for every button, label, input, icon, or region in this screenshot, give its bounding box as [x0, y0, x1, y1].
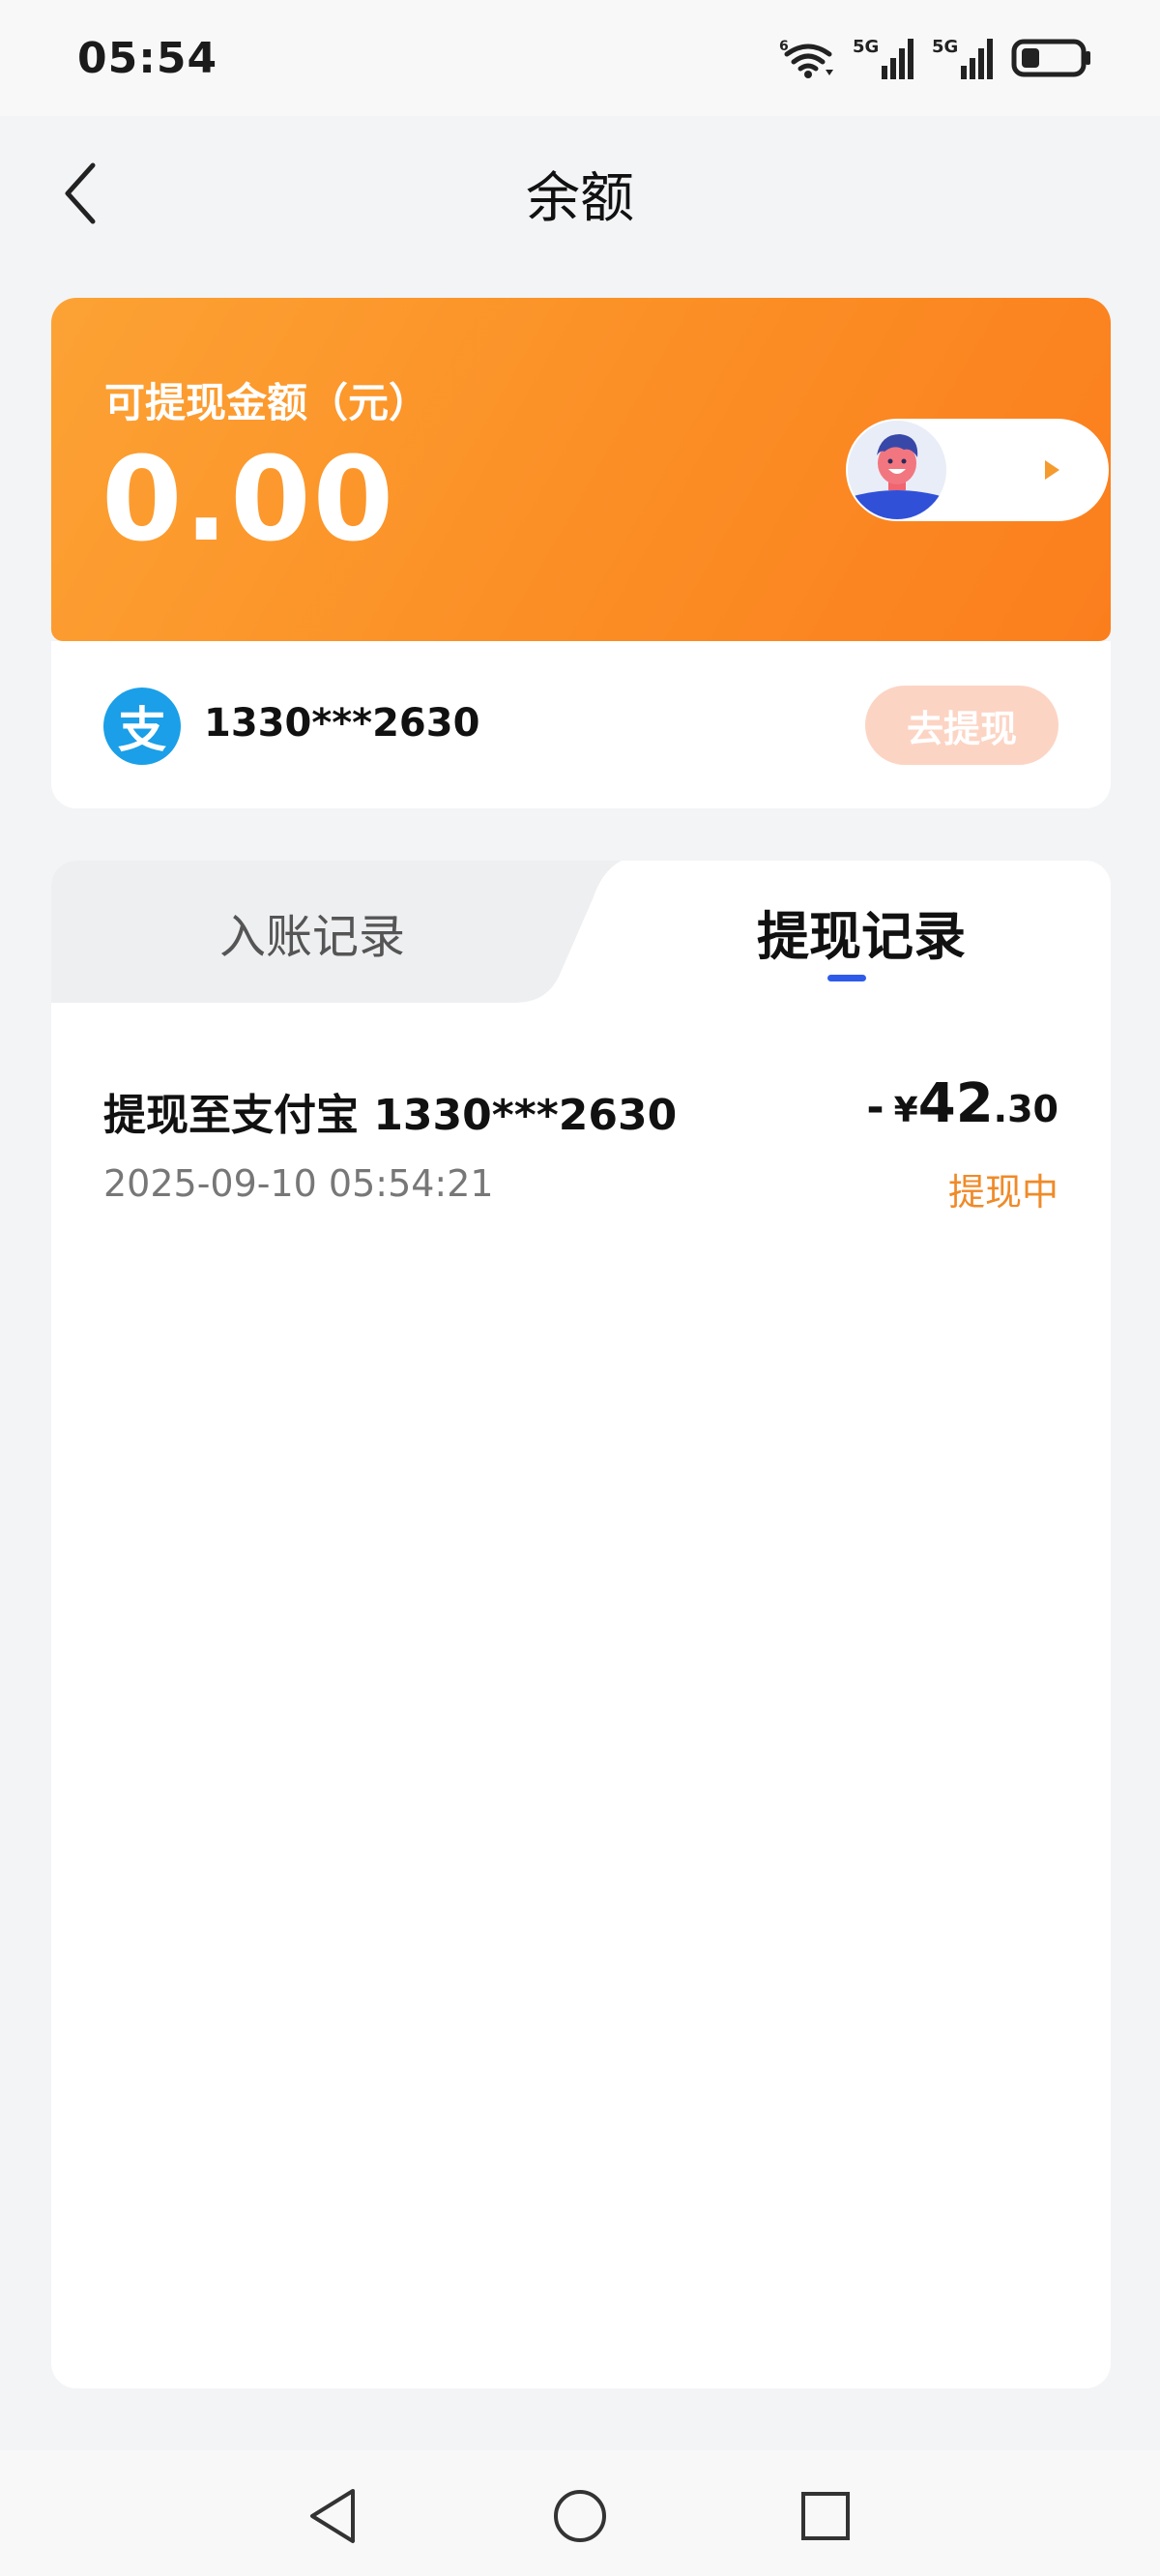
record-amount: - ¥ 42 .30	[866, 1072, 1058, 1135]
avatar-icon	[848, 421, 946, 519]
withdraw-account-row: 支 1330***2630 去提现	[51, 641, 1111, 808]
back-button[interactable]	[50, 155, 108, 232]
record-status: 提现中	[947, 1171, 1058, 1214]
promo-video-button[interactable]	[846, 419, 1109, 521]
home-circle-icon[interactable]	[541, 2477, 619, 2555]
record-title: 提现至支付宝 1330***2630	[103, 1091, 678, 1140]
wifi-icon: 6	[779, 39, 833, 78]
header: 余额	[0, 116, 1160, 271]
tab-active-indicator	[827, 975, 866, 981]
battery-icon	[1011, 39, 1090, 77]
status-icons: 6 5G 5G	[779, 35, 1092, 81]
alipay-icon: 支	[103, 688, 181, 765]
balance-label: 可提现金额（元）	[104, 379, 430, 426]
tab-income-records[interactable]: 入账记录	[51, 861, 573, 1003]
balance-card: 可提现金额（元） 0.00	[51, 298, 1111, 641]
svg-text:5G: 5G	[932, 37, 958, 57]
status-bar: 05:54 6 5G 5G	[0, 0, 1160, 116]
chevron-left-icon	[65, 162, 96, 224]
records-card: 入账记录 提现记录 提现至支付宝 1330***2630 2025-09-10 …	[51, 861, 1111, 2388]
account-number: 1330***2630	[204, 701, 480, 746]
system-nav-bar	[0, 2450, 1160, 2576]
withdraw-button[interactable]: 去提现	[865, 686, 1058, 765]
page-title: 余额	[526, 166, 634, 230]
status-time: 05:54	[77, 33, 218, 83]
back-triangle-icon[interactable]	[294, 2477, 371, 2555]
signal-icon: 5G	[932, 37, 993, 79]
signal-icon: 5G	[853, 37, 914, 79]
record-time: 2025-09-10 05:54:21	[103, 1162, 494, 1205]
list-item[interactable]: 提现至支付宝 1330***2630 2025-09-10 05:54:21 -…	[51, 1003, 1111, 1215]
svg-text:5G: 5G	[853, 37, 879, 57]
recents-square-icon[interactable]	[787, 2477, 864, 2555]
balance-amount: 0.00	[102, 433, 396, 568]
play-icon	[1045, 460, 1059, 480]
